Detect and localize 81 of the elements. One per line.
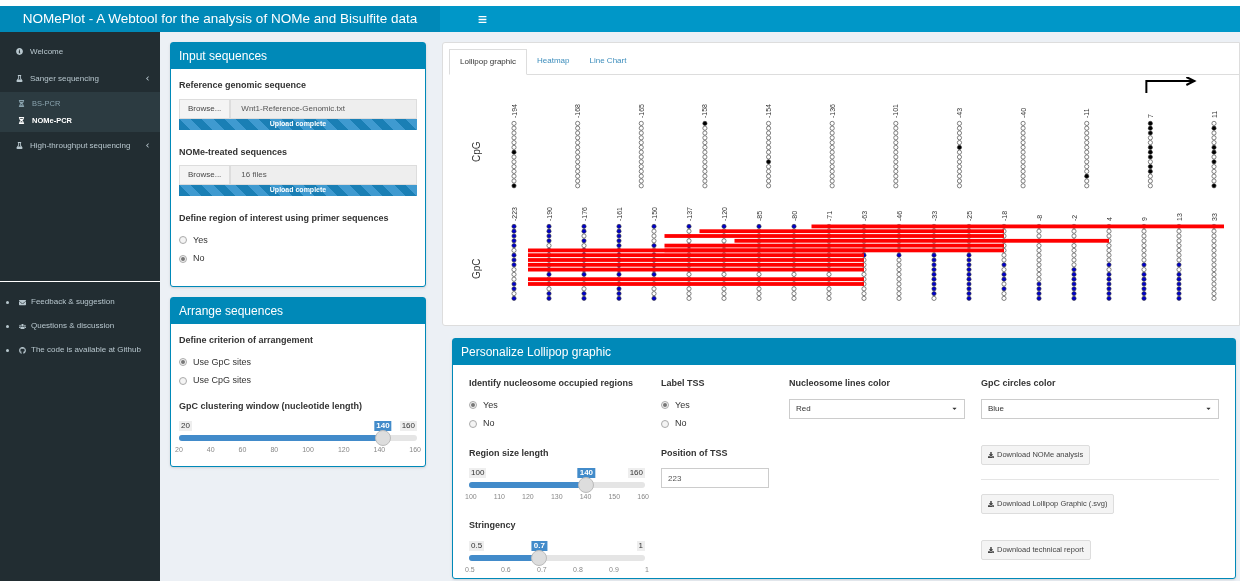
users-icon [19,322,26,330]
app-title: NOMePlot - A Webtool for the analysis of NOMe and Bisulfite data [22,9,418,28]
radio-label: Yes [675,398,690,412]
axis-label: GpC [470,257,483,280]
radio-button[interactable] [469,401,477,410]
field-label: GpC circles color [981,377,1057,390]
field-label: Position of TSS [661,446,729,460]
field-label: Define region of interest using primer sequences [179,212,390,225]
field-label: NOMe-treated sequences [179,145,289,159]
radio-button[interactable] [179,254,187,263]
tab[interactable]: Heatmap [527,48,580,74]
panel-title: Personalize Lollipop graphic [453,339,1235,365]
axis-label: CpG [470,140,483,163]
radio-label: Use GpC sites [193,355,252,369]
chevron-icon [145,76,150,81]
field-label: Define criterion of arrangement [179,334,315,347]
panel-title: Input sequences [171,43,425,69]
sidebar-item[interactable]: High-throughput sequencing [0,132,160,159]
field-label: Region size length [469,446,550,460]
hourglass-icon [18,117,25,124]
slider-min: 0.5 [469,540,485,551]
radio-button[interactable] [179,358,187,367]
tab[interactable]: Line Chart [579,48,637,74]
envelope-icon [19,298,26,306]
slider-handle[interactable] [578,477,595,493]
radio-label: Use CpG sites [193,374,252,387]
sidebar-link[interactable]: Questions & discussion [31,320,115,332]
slider-handle[interactable] [374,430,391,446]
radio-label: No [483,417,495,430]
bullet-icon [6,348,9,352]
slider-max: 160 [627,468,645,478]
slider-max: 1 [636,540,645,551]
radio-label: No [193,252,205,265]
menu-icon[interactable] [478,14,487,24]
slider-value: 140 [577,468,596,478]
chevron-icon [145,143,150,148]
browse-button[interactable]: Browse... [179,165,231,185]
circle-color-select[interactable]: Blue [981,398,1219,419]
hourglass-icon [18,100,25,107]
sidebar-item[interactable]: Sanger sequencing [0,65,160,92]
radio-label: No [675,417,687,430]
radio-button[interactable] [179,376,187,385]
download-icon [988,451,994,458]
sidebar-link[interactable]: Feedback & suggestion [31,296,115,308]
field-label: Reference genomic sequence [179,79,308,92]
tss-arrow-icon [1145,77,1197,94]
radio-label: Yes [483,398,498,412]
info-icon [16,48,23,55]
flask-icon [16,75,23,82]
field-label: GpC clustering window (nucleotide length) [179,399,363,413]
radio-label: Yes [193,233,208,247]
download-icon [988,500,994,507]
bullet-icon [6,300,9,304]
radio-button[interactable] [661,419,669,428]
slider-min: 100 [469,468,487,478]
radio-button[interactable] [469,419,477,428]
line-color-select[interactable]: Red [789,398,965,419]
github-icon [19,346,26,354]
radio-button[interactable] [179,236,187,245]
slider-value: 140 [374,421,392,431]
sidebar-link[interactable]: The code is available at Github [31,344,141,356]
tab[interactable]: Lollipop graphic [449,49,528,75]
browse-button[interactable]: Browse... [179,98,231,119]
caret-icon [1205,405,1212,412]
panel-title: Arrange sequences [171,298,425,324]
flask-icon [16,142,23,149]
file-name-field: 16 files [230,165,417,185]
slider-value: 0.7 [531,540,547,551]
slider-max: 160 [399,421,417,431]
field-label: Stringency [469,519,517,532]
file-name-field: Wnt1-Reference-Genomic.txt [230,98,417,119]
download-icon [988,546,994,553]
tss-position-input[interactable]: 223 [661,468,769,488]
field-label: Identify nucleosome occupied regions [469,377,635,390]
slider-min: 20 [179,421,192,431]
sidebar-item[interactable]: Welcome [0,38,160,65]
field-label: Nucleosome lines color [789,377,892,390]
bullet-icon [6,324,9,328]
field-label: Label TSS [661,377,706,390]
radio-button[interactable] [661,401,669,410]
caret-icon [951,405,958,412]
